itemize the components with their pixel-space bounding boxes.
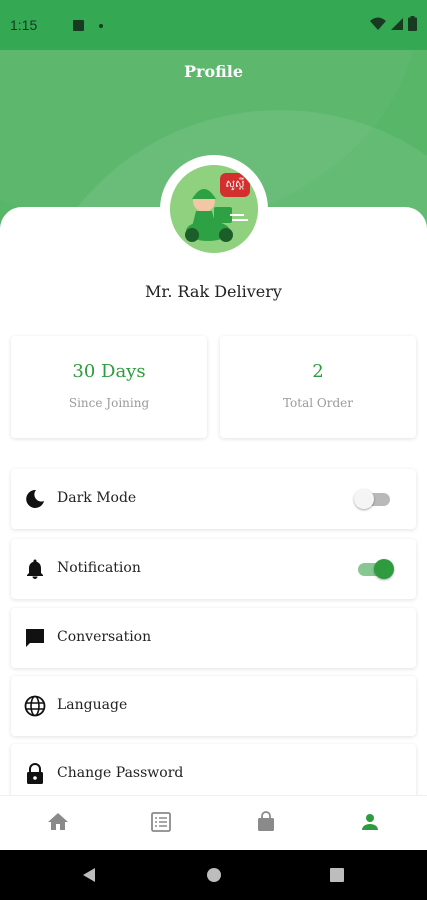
home-circle-icon[interactable] — [206, 867, 222, 883]
settings-row-language[interactable]: Language — [11, 676, 416, 736]
greeting-badge: សូស្តី — [220, 173, 250, 197]
app-notification-icon — [73, 20, 84, 31]
stat-value: 30 Days — [72, 361, 146, 382]
dark-mode-toggle[interactable] — [354, 489, 394, 509]
status-time: 1:15 — [10, 17, 38, 33]
moon-icon — [26, 489, 44, 508]
settings-row-label: Change Password — [57, 765, 184, 781]
status-bar: 1:15 — [0, 0, 427, 50]
globe-icon — [24, 695, 46, 717]
user-name: Mr. Rak Delivery — [145, 282, 282, 301]
signal-icon — [391, 17, 403, 30]
bell-icon — [27, 559, 43, 579]
avatar[interactable]: សូស្តី — [170, 165, 258, 253]
shopping-bag-icon[interactable] — [254, 810, 278, 834]
settings-row-notification[interactable]: Notification — [11, 539, 416, 599]
more-notifications-dot-icon — [99, 24, 103, 28]
list-icon[interactable] — [149, 810, 173, 834]
settings-row-label: Dark Mode — [57, 490, 137, 506]
stat-label: Total Order — [282, 396, 354, 410]
settings-row-conversation[interactable]: Conversation — [11, 608, 416, 668]
greeting-badge-text: សូស្តី — [225, 179, 245, 190]
stat-value: 2 — [312, 361, 324, 382]
settings-row-dark-mode[interactable]: Dark Mode — [11, 469, 416, 529]
page-title: Profile — [183, 62, 244, 81]
lock-icon — [27, 763, 43, 784]
stat-card-since-joining: 30 Days Since Joining — [11, 336, 207, 438]
bottom-navigation — [0, 795, 427, 851]
battery-icon — [408, 16, 417, 31]
chat-icon — [26, 629, 44, 647]
recents-icon[interactable] — [329, 867, 345, 883]
settings-row-label: Language — [57, 697, 128, 713]
settings-row-label: Conversation — [57, 629, 152, 645]
back-icon[interactable] — [81, 867, 97, 883]
stat-card-total-order: 2 Total Order — [220, 336, 416, 438]
stat-label: Since Joining — [68, 396, 150, 410]
person-icon[interactable] — [358, 810, 382, 834]
settings-row-label: Notification — [57, 560, 141, 576]
home-icon[interactable] — [46, 810, 70, 834]
notification-toggle[interactable] — [354, 559, 394, 579]
wifi-icon — [370, 17, 386, 30]
system-navigation-bar — [0, 850, 427, 900]
